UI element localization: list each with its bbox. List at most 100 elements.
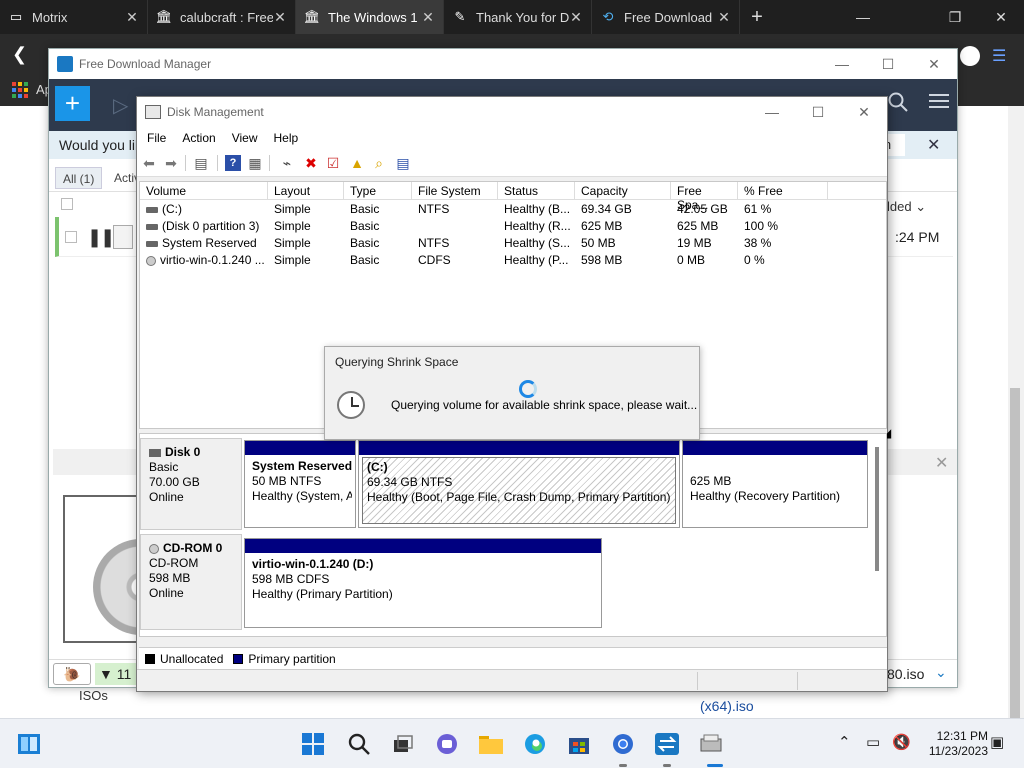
edge-browser-icon[interactable]	[522, 731, 548, 757]
browser-tab-motrix[interactable]: ▭ Motrix ✕	[0, 0, 148, 34]
column-header-percent-free[interactable]: % Free	[738, 182, 828, 200]
close-window-button[interactable]: ✕	[978, 0, 1024, 34]
browser-tab-fdm[interactable]: ⟲ Free Download ✕	[592, 0, 740, 34]
close-icon[interactable]: ✕	[273, 9, 287, 26]
fdm-icon: ⟲	[602, 9, 614, 24]
console-tree-icon[interactable]: ▤	[193, 155, 209, 171]
shrink-query-dialog: Querying Shrink Space Querying volume fo…	[324, 346, 700, 440]
cell-free-space: 0 MB	[677, 253, 706, 267]
connect-drive-icon[interactable]: ⌁	[279, 155, 295, 171]
column-header-status[interactable]: Status	[498, 182, 575, 200]
disk-kind: Basic	[149, 460, 179, 474]
sort-dropdown[interactable]: lded ⌄	[887, 199, 926, 215]
select-all-checkbox[interactable]	[61, 198, 73, 210]
file-explorer-icon[interactable]	[478, 731, 504, 757]
close-icon[interactable]: ✕	[421, 9, 435, 26]
page-scroll-thumb[interactable]	[1010, 388, 1020, 718]
column-header-capacity[interactable]: Capacity	[575, 182, 671, 200]
fdm-maximize-button[interactable]: ☐	[865, 49, 911, 79]
menu-file[interactable]: File	[139, 131, 174, 145]
partition-status: Healthy (Recovery Partition)	[690, 489, 841, 503]
dm-minimize-button[interactable]: —	[749, 97, 795, 127]
column-header-file-system[interactable]: File System	[412, 182, 498, 200]
delete-icon[interactable]: ✖	[303, 155, 319, 171]
column-header-layout[interactable]: Layout	[268, 182, 344, 200]
fdm-minimize-button[interactable]: —	[819, 49, 865, 79]
new-tab-icon[interactable]: +	[740, 6, 774, 29]
network-icon[interactable]: ▭	[866, 733, 880, 751]
restore-button[interactable]: ❐	[932, 0, 978, 34]
dm-maximize-button[interactable]: ☐	[795, 97, 841, 127]
properties-icon[interactable]: ▦	[247, 155, 263, 171]
cdrom-0-label[interactable]: CD-ROM 0 CD-ROM 598 MB Online	[140, 534, 242, 630]
chrome-browser-icon[interactable]	[610, 731, 636, 757]
teams-chat-icon[interactable]	[434, 731, 460, 757]
free-download-manager-icon[interactable]	[654, 731, 680, 757]
close-icon[interactable]: ✕	[717, 9, 731, 26]
search-icon[interactable]	[887, 91, 909, 113]
search-folder-icon[interactable]: ⌕	[371, 155, 387, 171]
column-header-free-space[interactable]: Free Spa...	[671, 182, 738, 212]
browser-tab-windows[interactable]: 🏛 The Windows 1 ✕	[296, 0, 444, 34]
fdm-close-button[interactable]: ✕	[911, 49, 957, 79]
tab-title: Motrix	[32, 9, 68, 25]
folder-up-icon[interactable]: ▲	[349, 155, 365, 171]
help-icon[interactable]: ?	[225, 155, 241, 171]
store-icon[interactable]	[566, 731, 592, 757]
menu-icon[interactable]: ☰	[992, 46, 1006, 66]
check-icon[interactable]: ☑	[325, 155, 341, 171]
profile-icon[interactable]	[960, 46, 980, 66]
windows-start-icon[interactable]	[300, 731, 326, 757]
fdm-title-text: Free Download Manager	[79, 57, 212, 71]
disk-size: 70.00 GB	[149, 475, 200, 489]
dm-toolbar: ⬅ ➡ ▤ ? ▦ ⌁ ✖ ☑ ▲ ⌕ ▤	[137, 149, 887, 177]
forward-arrow-icon[interactable]: ➡	[163, 155, 179, 171]
task-view-icon[interactable]	[390, 731, 416, 757]
menu-help[interactable]: Help	[266, 131, 307, 145]
iso-download-link[interactable]: (x64).iso	[700, 698, 754, 714]
fdm-menu-icon[interactable]	[929, 94, 949, 112]
close-icon[interactable]: ✕	[935, 453, 948, 473]
list-resize-grip[interactable]: ◢	[882, 426, 891, 440]
partition-virtio-d-drive[interactable]: virtio-win-0.1.240 (D:) 598 MB CDFS Heal…	[244, 538, 602, 628]
partition-system-reserved[interactable]: System Reserved 50 MB NTFS Healthy (Syst…	[244, 440, 356, 528]
chevron-up-icon[interactable]: ⌃	[838, 733, 851, 751]
dm-close-button[interactable]: ✕	[841, 97, 887, 127]
close-icon[interactable]: ✕	[927, 135, 940, 155]
cell-percent-free: 61 %	[744, 202, 772, 216]
graph-scrollbar[interactable]	[875, 447, 879, 571]
partition-legend: Unallocated Primary partition	[139, 647, 887, 669]
primary-partition-bar	[245, 539, 601, 553]
play-icon[interactable]: ▷	[113, 93, 128, 118]
close-icon[interactable]: ✕	[125, 9, 139, 26]
pause-icon[interactable]: ❚❚	[87, 227, 115, 248]
disk-management-icon[interactable]	[698, 731, 724, 757]
system-clock[interactable]: 12:31 PM 11/23/2023	[918, 729, 988, 759]
search-icon[interactable]	[346, 731, 372, 757]
chevron-down-icon[interactable]: ⌄	[935, 664, 947, 681]
cell-capacity: 69.34 GB	[581, 202, 632, 216]
volume-muted-icon[interactable]: 🔇	[892, 733, 911, 751]
partition-c-drive[interactable]: (C:) 69.34 GB NTFS Healthy (Boot, Page F…	[358, 440, 680, 528]
disk-0-label[interactable]: Disk 0 Basic 70.00 GB Online	[140, 438, 242, 530]
browser-tab-thank-you[interactable]: ✎ Thank You for D ✕	[444, 0, 592, 34]
snail-icon[interactable]: 🐌	[53, 663, 91, 685]
back-icon[interactable]: ❮	[12, 44, 27, 65]
widgets-icon[interactable]	[16, 731, 42, 757]
close-icon[interactable]: ✕	[569, 9, 583, 26]
back-arrow-icon[interactable]: ⬅	[141, 155, 157, 171]
menu-action[interactable]: Action	[174, 131, 223, 145]
browser-tab-calubcraft[interactable]: 🏛 calubcraft : Free ✕	[148, 0, 296, 34]
minimize-button[interactable]: —	[840, 0, 886, 34]
apps-grid-icon[interactable]	[12, 82, 28, 98]
partition-recovery[interactable]: 625 MB Healthy (Recovery Partition)	[682, 440, 868, 528]
column-header-type[interactable]: Type	[344, 182, 412, 200]
list-view-icon[interactable]: ▤	[395, 155, 411, 171]
row-checkbox[interactable]	[65, 231, 77, 243]
filter-all[interactable]: All (1)	[55, 167, 103, 189]
menu-view[interactable]: View	[224, 131, 266, 145]
clock-date: 11/23/2023	[928, 744, 988, 758]
notifications-icon[interactable]: ▣	[990, 733, 1004, 751]
add-download-button[interactable]: +	[55, 86, 90, 121]
column-header-volume[interactable]: Volume	[140, 182, 268, 200]
